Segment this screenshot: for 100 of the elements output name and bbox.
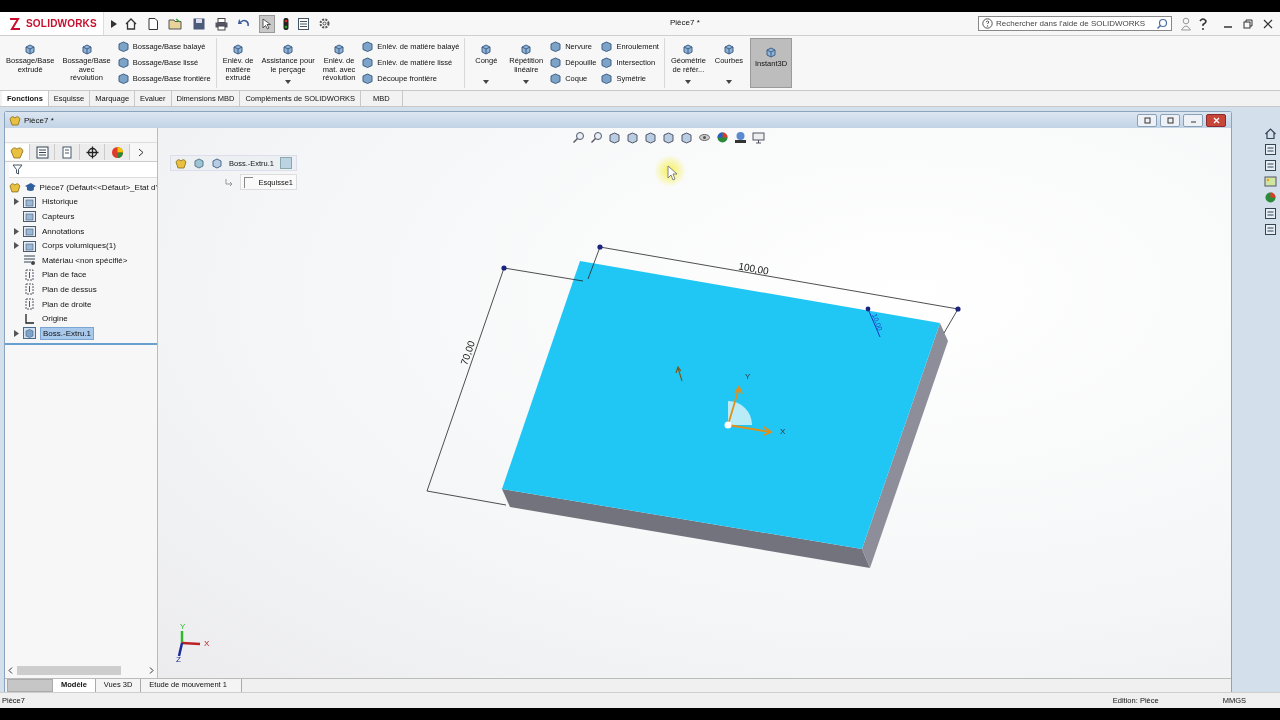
feature-icon	[681, 42, 696, 56]
appearance-icon[interactable]	[1264, 191, 1277, 204]
list-icon[interactable]	[1264, 207, 1277, 220]
feature-icon	[79, 42, 94, 56]
save-icon[interactable]	[191, 16, 206, 31]
horizontal-scrollbar[interactable]	[5, 665, 157, 676]
app-logo[interactable]: SOLIDWORKS	[0, 12, 104, 35]
tree-item[interactable]: Historique	[5, 194, 157, 210]
graduation-cap-icon	[23, 182, 37, 193]
cascade-window-button[interactable]	[1160, 113, 1180, 127]
feature-icon	[281, 42, 296, 56]
scroll-right-icon[interactable]	[149, 667, 154, 674]
open-folder-icon[interactable]	[167, 16, 184, 31]
tree-item[interactable]: Pièce7 (Défaut<<Défaut>_Etat d'	[5, 180, 157, 195]
axis-label: Y	[745, 372, 751, 381]
feature-icon	[600, 40, 614, 53]
restore-icon[interactable]	[1242, 17, 1254, 30]
tree-item[interactable]: Plan de dessus	[5, 282, 157, 297]
crosshair-icon	[85, 145, 99, 159]
close-icon[interactable]	[1262, 17, 1274, 30]
feature-icon	[116, 40, 130, 53]
scene-icon[interactable]	[734, 131, 747, 144]
home-icon[interactable]	[123, 16, 138, 31]
appearance-icon[interactable]	[716, 131, 729, 144]
plane-icon	[23, 268, 36, 281]
filter-field[interactable]	[9, 162, 157, 178]
list-icon[interactable]	[296, 16, 310, 31]
tile-window-button[interactable]	[1137, 113, 1157, 127]
window-title: Pièce7 *	[670, 18, 700, 27]
tree-item[interactable]: Origine	[5, 311, 157, 326]
help-icon	[982, 18, 993, 29]
body-icon	[193, 157, 205, 169]
arrow-icon	[675, 365, 683, 382]
axis-label: Y	[180, 622, 186, 631]
expand-arrow-icon[interactable]	[13, 242, 19, 250]
window-icon	[1166, 116, 1174, 124]
feature-manager-tab[interactable]	[5, 144, 30, 160]
tree-item[interactable]: Corps volumiques(1)	[5, 238, 157, 253]
feature-icon	[23, 42, 38, 56]
dimension-value[interactable]: 100,00	[737, 260, 770, 277]
feature-icon	[549, 56, 563, 69]
home-icon[interactable]	[1264, 127, 1277, 140]
feature-icon	[600, 56, 614, 69]
dimxpert-tab[interactable]	[80, 144, 105, 160]
feature-icon	[519, 42, 534, 56]
part-icon	[175, 157, 187, 169]
print-icon[interactable]	[213, 16, 229, 31]
feature-icon	[116, 56, 130, 69]
origin-icon	[23, 312, 36, 325]
search-icon	[1156, 17, 1168, 30]
tree-item[interactable]: Capteurs	[5, 209, 157, 224]
extrude-icon	[23, 327, 36, 340]
part-drawing[interactable]	[502, 261, 948, 568]
feature-icon	[549, 40, 563, 53]
expand-arrow-icon[interactable]	[13, 227, 19, 235]
cursor-highlight	[654, 155, 686, 187]
feature-icon	[549, 72, 563, 85]
zoom-area-icon[interactable]	[590, 131, 603, 144]
help-menu-icon[interactable]	[1198, 16, 1208, 31]
feature-icon	[361, 56, 375, 69]
dimension-line[interactable]	[865, 306, 881, 338]
traffic-light-icon[interactable]	[282, 16, 289, 31]
expand-arrow-icon[interactable]	[109, 18, 118, 29]
scroll-left-icon[interactable]	[8, 667, 13, 674]
dimension-value[interactable]: 70,00	[458, 339, 477, 367]
display-icon[interactable]	[752, 131, 765, 144]
material-icon	[23, 254, 36, 267]
tree-item[interactable]: Plan de droite	[5, 296, 157, 312]
window-icon	[1143, 116, 1151, 124]
appearance-tab[interactable]	[105, 144, 130, 160]
axis-triad-drawing	[177, 631, 201, 657]
part-icon	[9, 114, 21, 126]
tree-item[interactable]: Plan de face	[5, 267, 157, 283]
filter-icon	[12, 164, 23, 175]
new-document-icon[interactable]	[145, 16, 160, 31]
document-title: Pièce7 *	[24, 115, 54, 125]
feature-icon	[764, 45, 778, 59]
chevron-right-icon[interactable]	[138, 147, 144, 157]
extrude-icon	[211, 157, 223, 169]
search-field[interactable]: Rechercher dans l'aide de SOLIDWORKS	[996, 19, 1153, 28]
tree-item[interactable]: Annotations	[5, 223, 157, 239]
close-window-button[interactable]	[1206, 113, 1226, 127]
feature-icon	[361, 72, 375, 85]
feature-icon	[721, 42, 736, 56]
tree-item[interactable]: Boss.-Extru.1	[5, 325, 157, 341]
feature-icon	[116, 72, 130, 85]
plane-icon	[23, 298, 36, 311]
part-icon	[9, 181, 21, 193]
color-wheel-icon	[110, 145, 124, 159]
property-manager-tab[interactable]	[30, 144, 55, 160]
search-box[interactable]: Rechercher dans l'aide de SOLIDWORKS	[978, 16, 1172, 31]
expand-arrow-icon[interactable]	[13, 198, 19, 206]
hide-show-icon[interactable]	[698, 131, 711, 144]
settings-icon[interactable]	[317, 17, 331, 30]
list-icon	[35, 145, 49, 159]
tree-item[interactable]: Matériau <non spécifié>	[5, 252, 157, 268]
select-button[interactable]	[258, 14, 275, 33]
zoom-to-fit-icon[interactable]	[572, 131, 585, 144]
expand-arrow-icon[interactable]	[13, 329, 19, 337]
close-icon	[1212, 116, 1220, 124]
